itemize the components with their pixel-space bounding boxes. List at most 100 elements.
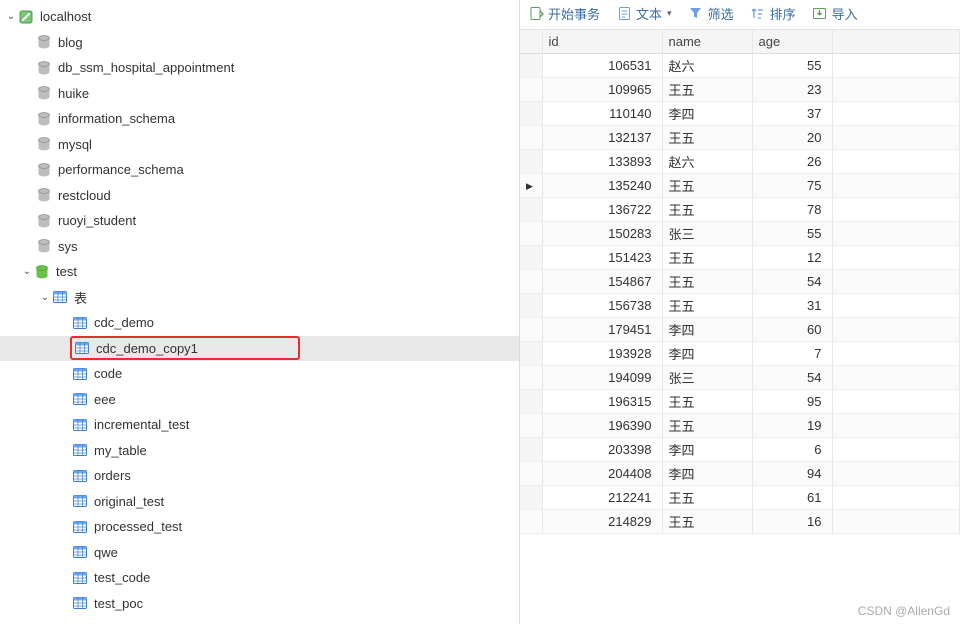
sort-button[interactable]: 排序: [750, 4, 796, 23]
tree-database[interactable]: blog: [0, 30, 519, 56]
cell-name[interactable]: 王五: [662, 197, 752, 221]
cell-age[interactable]: 54: [752, 269, 832, 293]
cell-age[interactable]: 6: [752, 437, 832, 461]
cell-id[interactable]: 156738: [542, 293, 662, 317]
cell-name[interactable]: 李四: [662, 101, 752, 125]
tree-database[interactable]: information_schema: [0, 106, 519, 132]
cell-age[interactable]: 26: [752, 149, 832, 173]
cell-name[interactable]: 王五: [662, 485, 752, 509]
text-view-button[interactable]: 文本 ▾: [616, 4, 672, 23]
import-button[interactable]: 导入: [812, 4, 858, 23]
table-row[interactable]: 151423 王五 12: [520, 245, 960, 269]
cell-id[interactable]: 194099: [542, 365, 662, 389]
cell-age[interactable]: 55: [752, 221, 832, 245]
cell-id[interactable]: 110140: [542, 101, 662, 125]
cell-age[interactable]: 12: [752, 245, 832, 269]
filter-button[interactable]: 筛选: [688, 4, 734, 23]
table-row[interactable]: 135240 王五 75: [520, 173, 960, 197]
tree-table[interactable]: my_table: [0, 438, 519, 464]
cell-name[interactable]: 赵六: [662, 53, 752, 77]
cell-id[interactable]: 132137: [542, 125, 662, 149]
cell-age[interactable]: 95: [752, 389, 832, 413]
cell-name[interactable]: 李四: [662, 461, 752, 485]
tree-tables-node[interactable]: ⌄ 表: [0, 285, 519, 311]
tree-database[interactable]: db_ssm_hospital_appointment: [0, 55, 519, 81]
tree-table[interactable]: eee: [0, 387, 519, 413]
table-row[interactable]: 204408 李四 94: [520, 461, 960, 485]
tree-table[interactable]: processed_test: [0, 514, 519, 540]
table-row[interactable]: 203398 李四 6: [520, 437, 960, 461]
cell-age[interactable]: 19: [752, 413, 832, 437]
cell-name[interactable]: 王五: [662, 245, 752, 269]
cell-id[interactable]: 196315: [542, 389, 662, 413]
cell-name[interactable]: 赵六: [662, 149, 752, 173]
cell-id[interactable]: 212241: [542, 485, 662, 509]
cell-name[interactable]: 王五: [662, 413, 752, 437]
chevron-down-icon[interactable]: ⌄: [20, 266, 34, 277]
cell-id[interactable]: 179451: [542, 317, 662, 341]
tree-table[interactable]: cdc_demo: [0, 310, 519, 336]
cell-name[interactable]: 李四: [662, 437, 752, 461]
column-header-id[interactable]: id: [542, 30, 662, 53]
cell-name[interactable]: 李四: [662, 341, 752, 365]
tree-table[interactable]: code: [0, 361, 519, 387]
table-row[interactable]: 110140 李四 37: [520, 101, 960, 125]
cell-age[interactable]: 61: [752, 485, 832, 509]
table-row[interactable]: 194099 张三 54: [520, 365, 960, 389]
tree-table[interactable]: test_code: [0, 565, 519, 591]
cell-name[interactable]: 王五: [662, 509, 752, 533]
cell-name[interactable]: 张三: [662, 221, 752, 245]
cell-id[interactable]: 196390: [542, 413, 662, 437]
cell-id[interactable]: 136722: [542, 197, 662, 221]
cell-name[interactable]: 王五: [662, 125, 752, 149]
tree-table[interactable]: test_poc: [0, 591, 519, 617]
begin-transaction-button[interactable]: 开始事务: [528, 4, 600, 23]
cell-age[interactable]: 23: [752, 77, 832, 101]
tree-table[interactable]: orders: [0, 463, 519, 489]
tree-table[interactable]: incremental_test: [0, 412, 519, 438]
cell-age[interactable]: 7: [752, 341, 832, 365]
cell-id[interactable]: 150283: [542, 221, 662, 245]
cell-id[interactable]: 133893: [542, 149, 662, 173]
chevron-down-icon[interactable]: ⌄: [4, 11, 18, 22]
cell-id[interactable]: 135240: [542, 173, 662, 197]
cell-name[interactable]: 李四: [662, 317, 752, 341]
cell-age[interactable]: 55: [752, 53, 832, 77]
cell-age[interactable]: 54: [752, 365, 832, 389]
cell-id[interactable]: 214829: [542, 509, 662, 533]
column-header-name[interactable]: name: [662, 30, 752, 53]
table-row[interactable]: 109965 王五 23: [520, 77, 960, 101]
cell-name[interactable]: 王五: [662, 293, 752, 317]
cell-id[interactable]: 154867: [542, 269, 662, 293]
cell-name[interactable]: 王五: [662, 77, 752, 101]
cell-name[interactable]: 张三: [662, 365, 752, 389]
cell-id[interactable]: 151423: [542, 245, 662, 269]
table-row[interactable]: 156738 王五 31: [520, 293, 960, 317]
tree-database[interactable]: performance_schema: [0, 157, 519, 183]
cell-id[interactable]: 193928: [542, 341, 662, 365]
cell-age[interactable]: 78: [752, 197, 832, 221]
cell-id[interactable]: 204408: [542, 461, 662, 485]
table-row[interactable]: 212241 王五 61: [520, 485, 960, 509]
table-row[interactable]: 154867 王五 54: [520, 269, 960, 293]
table-row[interactable]: 214829 王五 16: [520, 509, 960, 533]
tree-database[interactable]: restcloud: [0, 183, 519, 209]
cell-name[interactable]: 王五: [662, 173, 752, 197]
tree-connection[interactable]: ⌄ localhost: [0, 4, 519, 30]
table-row[interactable]: 196315 王五 95: [520, 389, 960, 413]
table-row[interactable]: 179451 李四 60: [520, 317, 960, 341]
cell-age[interactable]: 37: [752, 101, 832, 125]
cell-age[interactable]: 75: [752, 173, 832, 197]
column-header-age[interactable]: age: [752, 30, 832, 53]
cell-age[interactable]: 31: [752, 293, 832, 317]
table-row[interactable]: 150283 张三 55: [520, 221, 960, 245]
tree-table[interactable]: original_test: [0, 489, 519, 515]
cell-age[interactable]: 16: [752, 509, 832, 533]
table-row[interactable]: 196390 王五 19: [520, 413, 960, 437]
cell-age[interactable]: 20: [752, 125, 832, 149]
cell-name[interactable]: 王五: [662, 269, 752, 293]
cell-id[interactable]: 106531: [542, 53, 662, 77]
tree-table[interactable]: cdc_demo_copy1: [0, 336, 519, 362]
chevron-down-icon[interactable]: ⌄: [38, 292, 52, 303]
cell-name[interactable]: 王五: [662, 389, 752, 413]
